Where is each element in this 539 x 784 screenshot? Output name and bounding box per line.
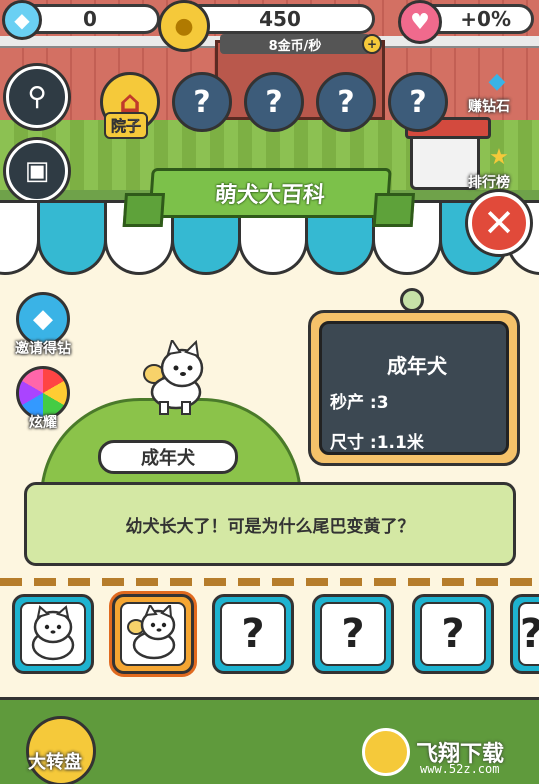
divider (0, 578, 539, 586)
earn-gems-button[interactable]: 赚钻石 (468, 96, 510, 116)
collection-slot-puppy[interactable] (12, 594, 94, 674)
bone-coin-icon: ● (158, 0, 210, 52)
show-off-label: 炫耀 (29, 415, 57, 431)
room-locked-3[interactable]: ? (316, 72, 376, 132)
question-icon: ? (193, 84, 211, 120)
dog-description-text: 幼犬长大了！可是为什么尾巴变黄了？ (125, 516, 415, 537)
slot-frame (20, 602, 86, 666)
gem-count: 0 (83, 7, 97, 31)
question-icon: ? (420, 602, 486, 666)
collection-slot-locked[interactable]: ? (412, 594, 494, 674)
dog-description: 幼犬长大了！可是为什么尾巴变黄了？ (24, 482, 516, 566)
collection-slot-locked[interactable]: ? (312, 594, 394, 674)
size-stat: 尺寸 :1.1米 (330, 433, 424, 453)
diamond-icon: ◆ (2, 0, 42, 40)
close-button[interactable]: ✕ (468, 192, 530, 254)
question-icon: ? (518, 602, 539, 666)
room-locked-2[interactable]: ? (244, 72, 304, 132)
show-off-button[interactable]: 炫耀 (10, 366, 76, 432)
gold-rate: 8金币/秒 (220, 34, 370, 54)
room-yard-label: 院子 (104, 112, 149, 139)
invite-label: 邀请得钻 (15, 341, 71, 357)
close-icon: ✕ (483, 201, 515, 245)
brand-site: www.52z.com (420, 762, 500, 776)
dog-info-board: 成年犬 秒产 :3 尺寸 :1.1米 (319, 321, 509, 455)
box-button[interactable]: ▣ (6, 140, 68, 202)
gold-counter: 450 (185, 4, 375, 34)
slot-frame (120, 602, 186, 666)
bone-icon: ⚲ (27, 82, 47, 112)
question-icon: ? (265, 84, 283, 120)
dog-info-card: 成年犬 秒产 :3 尺寸 :1.1米 (308, 310, 520, 466)
collection-slot-adult-dog[interactable] (112, 594, 194, 674)
invite-button[interactable]: ◆ 邀请得钻 (10, 292, 76, 358)
room-locked-4[interactable]: ? (388, 72, 448, 132)
collection-slot-locked[interactable]: ? (212, 594, 294, 674)
awning-stripe (37, 203, 107, 275)
gold-count: 450 (259, 7, 301, 31)
production-stat: 秒产 :3 (330, 393, 389, 413)
question-icon: ? (220, 602, 286, 666)
adult-dog-icon (143, 340, 204, 415)
bone-button[interactable]: ⚲ (6, 66, 68, 128)
ranking-button[interactable]: 排行榜 (468, 172, 510, 192)
trophy-icon: ★ (489, 144, 509, 170)
dog-name-plate: 成年犬 (98, 440, 238, 474)
brand-logo-icon (362, 728, 410, 776)
pin-icon (400, 288, 424, 312)
panel-title-text: 萌犬大百科 (213, 183, 326, 208)
plus-icon[interactable]: + (362, 34, 382, 54)
dog-name: 成年犬 (141, 448, 195, 469)
lucky-wheel-label[interactable]: 大转盘 (28, 748, 82, 774)
question-icon: ? (409, 84, 427, 120)
puppy-icon (31, 605, 75, 661)
awning-stripe (0, 203, 40, 275)
collection-slot-locked[interactable]: ? (510, 594, 539, 674)
question-icon: ? (320, 602, 386, 666)
panel-title: 萌犬大百科 (148, 168, 392, 218)
diamond-icon: ◆ (488, 68, 506, 94)
room-locked-1[interactable]: ? (172, 72, 232, 132)
bonus-value: +0% (460, 7, 511, 31)
info-title: 成年犬 (387, 354, 447, 378)
heart-icon: ♥ (398, 0, 442, 44)
crate-icon: ▣ (24, 156, 50, 186)
adult-dog-icon (127, 605, 176, 660)
question-icon: ? (337, 84, 355, 120)
